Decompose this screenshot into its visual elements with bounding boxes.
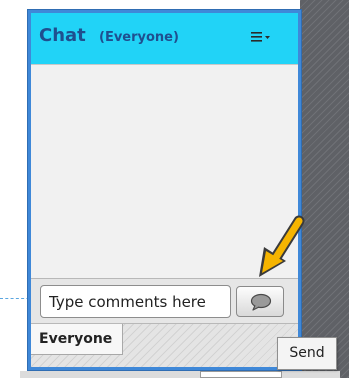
chat-tab-strip: Everyone xyxy=(31,323,298,367)
chat-pod-header: Chat (Everyone) xyxy=(31,13,298,64)
screen: Chat (Everyone) Everyon xyxy=(0,0,349,378)
hamburger-menu-icon[interactable] xyxy=(249,29,273,45)
send-button[interactable] xyxy=(236,286,284,317)
pointer-arrow-icon xyxy=(259,215,305,277)
bottom-bar xyxy=(20,371,340,378)
bottom-bar-tab[interactable] xyxy=(200,371,282,378)
chat-pod: Chat (Everyone) Everyon xyxy=(27,9,302,371)
background-hatch xyxy=(300,0,349,378)
tab-everyone[interactable]: Everyone xyxy=(31,324,123,355)
speech-bubble-icon xyxy=(250,293,272,311)
chat-title: Chat xyxy=(39,25,86,46)
comment-input[interactable] xyxy=(40,285,231,318)
send-tooltip: Send xyxy=(277,337,337,370)
chat-audience: (Everyone) xyxy=(99,30,179,45)
